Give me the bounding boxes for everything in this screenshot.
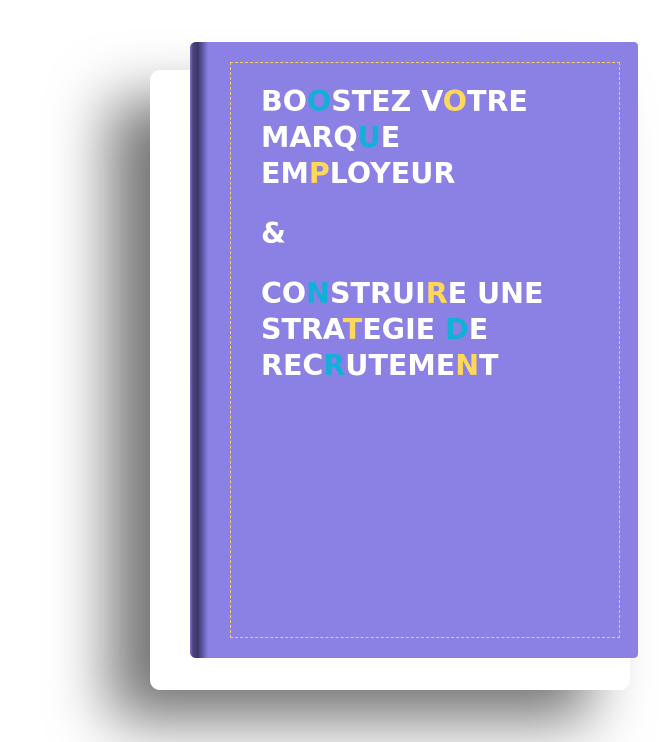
title-text: T bbox=[479, 349, 499, 382]
title-line: BOOSTEZ VOTRE bbox=[261, 84, 544, 120]
highlight-letter: R bbox=[425, 277, 448, 310]
highlight-letter: O bbox=[442, 85, 468, 118]
highlight-letter: D bbox=[445, 313, 469, 346]
title-line: CONSTRUIRE UNE bbox=[261, 276, 544, 312]
highlight-letter: N bbox=[306, 277, 331, 310]
title-line: RECRUTEMENT bbox=[261, 348, 544, 384]
highlight-letter: U bbox=[357, 121, 381, 154]
title-text: EM bbox=[261, 157, 309, 190]
title-text: REC bbox=[261, 349, 324, 382]
title-text: TRE bbox=[467, 85, 528, 118]
title-line: EMPLOYEUR bbox=[261, 156, 544, 192]
highlight-letter: P bbox=[308, 157, 330, 190]
title-text: MARQ bbox=[261, 121, 358, 154]
cover-title: BOOSTEZ VOTRE MARQUE EMPLOYEUR & CONSTRUIRE … bbox=[261, 84, 544, 384]
book-spine bbox=[190, 42, 208, 658]
title-text: STRUI bbox=[330, 277, 426, 310]
title-text: E UNE bbox=[447, 277, 544, 310]
title-line: MARQUE bbox=[261, 120, 544, 156]
title-line: STRATEGIE DE bbox=[261, 312, 544, 348]
highlight-letter: O bbox=[306, 85, 332, 118]
title-text: BO bbox=[261, 85, 307, 118]
highlight-letter: T bbox=[342, 313, 363, 346]
title-text: UTEME bbox=[345, 349, 456, 382]
title-text: EGIE bbox=[362, 313, 446, 346]
title-text: CO bbox=[261, 277, 307, 310]
title-text: LOYEUR bbox=[329, 157, 456, 190]
highlight-letter: R bbox=[323, 349, 346, 382]
highlight-letter: N bbox=[455, 349, 480, 382]
title-line: & bbox=[261, 216, 544, 252]
title-text: E bbox=[468, 313, 489, 346]
title-text: STEZ V bbox=[331, 85, 443, 118]
book-cover: BOOSTEZ VOTRE MARQUE EMPLOYEUR & CONSTRUIRE … bbox=[190, 42, 638, 658]
title-text: E bbox=[380, 121, 401, 154]
title-text: & bbox=[261, 217, 286, 250]
title-text: STRA bbox=[261, 313, 343, 346]
